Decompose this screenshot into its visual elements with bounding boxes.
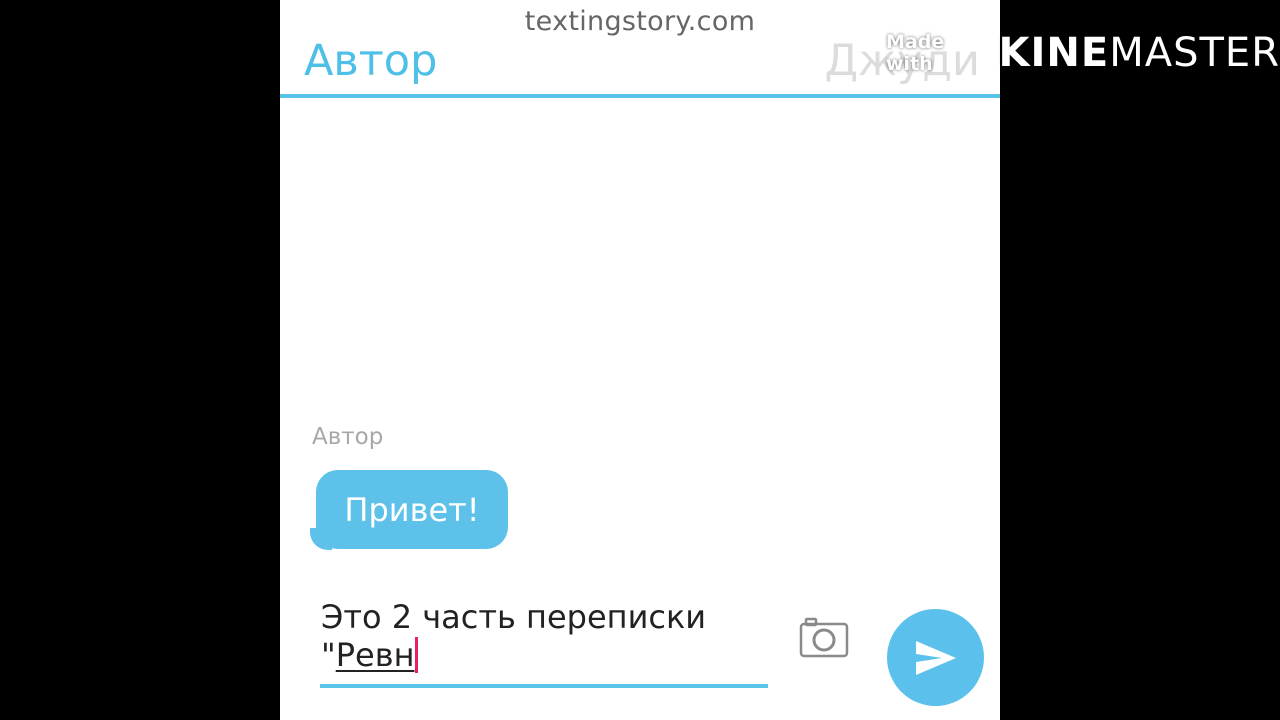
message-input-text[interactable]: Это 2 часть переписки "Ревн bbox=[321, 598, 706, 674]
input-line-1: Это 2 часть переписки bbox=[321, 598, 707, 636]
phone-screen: textingstory.com Автор Джуди Автор Приве… bbox=[280, 0, 1000, 720]
watermark-brand-regular: MASTER bbox=[1109, 30, 1280, 76]
input-line-2-prefix: " bbox=[321, 636, 336, 674]
message-input[interactable]: Это 2 часть переписки "Ревн bbox=[320, 598, 768, 690]
tab-author[interactable]: Автор bbox=[304, 36, 437, 86]
send-button[interactable] bbox=[887, 609, 984, 706]
watermark-brand-bold: KINE bbox=[998, 30, 1110, 76]
input-line-2-word: Ревн bbox=[335, 636, 415, 674]
watermark-made-with: Made with bbox=[886, 31, 945, 75]
kinemaster-watermark: Made with KINE MASTER bbox=[886, 28, 1280, 78]
tab-underline bbox=[280, 94, 1000, 98]
send-icon bbox=[915, 640, 956, 675]
camera-icon[interactable] bbox=[798, 616, 850, 660]
input-underline bbox=[320, 684, 768, 688]
message-text: Привет! bbox=[344, 490, 480, 529]
text-caret bbox=[415, 637, 419, 673]
message-sender: Автор bbox=[312, 424, 384, 450]
message-bubble: Привет! bbox=[316, 470, 508, 549]
